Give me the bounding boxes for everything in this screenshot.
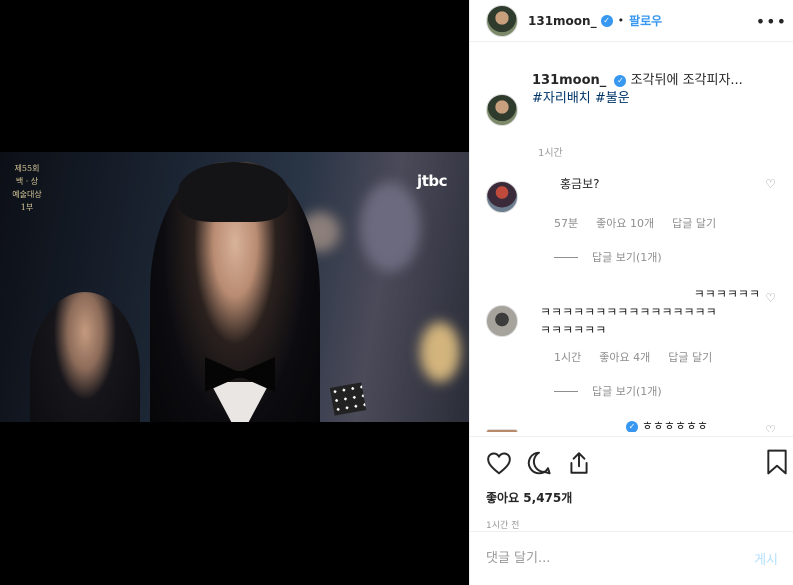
- share-icon[interactable]: [566, 450, 592, 476]
- caption: 131moon_ ✓ 조각뒤에 조각피자... #자리배치 #불운: [470, 72, 793, 126]
- comment-likes[interactable]: 좋아요 4개: [599, 349, 650, 365]
- follow-button[interactable]: 팔로우: [629, 12, 662, 29]
- caption-body: 조각뒤에 조각피자...: [630, 73, 743, 88]
- comment-input[interactable]: [486, 551, 755, 566]
- hashtag-link[interactable]: #자리배치: [532, 91, 591, 106]
- post-time: 1시간 전: [486, 521, 520, 531]
- view-replies-button[interactable]: 답글 보기(1개): [554, 249, 778, 265]
- reply-button[interactable]: 답글 달기: [672, 215, 716, 231]
- comment-text-line: ㅋㅋㅋㅋㅋㅋ: [693, 287, 760, 301]
- like-comment-heart-icon[interactable]: ♡: [765, 423, 776, 432]
- action-icons: [486, 447, 778, 479]
- separator-dot: •: [617, 14, 625, 27]
- username[interactable]: 131moon_: [528, 14, 597, 28]
- verified-badge-icon: ✓: [614, 74, 627, 87]
- post-actions: 좋아요 5,475개 1시간 전: [470, 436, 793, 531]
- like-comment-heart-icon[interactable]: ♡: [765, 177, 776, 191]
- caption-username[interactable]: 131moon_: [532, 73, 606, 88]
- pocket-square: [329, 382, 367, 416]
- verified-badge-icon: ✓: [600, 14, 613, 27]
- replies-divider: [554, 256, 578, 258]
- background-light: [360, 182, 420, 272]
- bookmark-icon[interactable]: [766, 449, 788, 475]
- avatar[interactable]: [486, 429, 518, 432]
- comment-item: ✓ ㅎㅎㅎㅎㅎㅎ ♡: [470, 417, 793, 432]
- comment-likes[interactable]: 좋아요 10개: [596, 215, 654, 231]
- avatar[interactable]: [486, 181, 518, 213]
- avatar[interactable]: [486, 4, 518, 37]
- post-sidebar: 131moon_ ✓ • 팔로우 ••• 131moon_ ✓ 조각뒤에 조각피…: [469, 0, 793, 585]
- broadcaster-logo: jtbc: [417, 172, 447, 190]
- person-hair: [178, 162, 288, 222]
- comment-meta: 57분 좋아요 10개 답글 달기: [554, 215, 778, 231]
- likes-count[interactable]: 좋아요 5,475개: [486, 489, 778, 506]
- comment-text-line: ㅋㅋㅋㅋㅋㅋ: [540, 323, 607, 337]
- comment-bubble-icon[interactable]: [526, 450, 552, 476]
- view-replies-button[interactable]: 답글 보기(1개): [554, 383, 778, 399]
- hashtag-link[interactable]: #불운: [595, 91, 630, 106]
- video-frame[interactable]: 제55회 백 · 상 예술대상 1부 jtbc: [0, 152, 469, 422]
- view-replies-label: 답글 보기(1개): [592, 385, 662, 398]
- verified-badge-icon: ✓: [626, 420, 638, 432]
- avatar[interactable]: [486, 94, 518, 126]
- video-player[interactable]: 제55회 백 · 상 예술대상 1부 jtbc: [0, 0, 469, 585]
- reply-button[interactable]: 답글 달기: [668, 349, 712, 365]
- background-light: [420, 322, 460, 382]
- comments-list[interactable]: 131moon_ ✓ 조각뒤에 조각피자... #자리배치 #불운 1시간 홍금…: [470, 72, 793, 432]
- comment-meta: 1시간 좋아요 4개 답글 달기: [554, 349, 778, 365]
- comment-time: 57분: [554, 217, 579, 230]
- comment-text: ㅎㅎㅎㅎㅎㅎ: [641, 419, 709, 432]
- comment-text: 홍금보?: [560, 177, 600, 191]
- like-comment-heart-icon[interactable]: ♡: [765, 291, 776, 305]
- caption-text: 131moon_ ✓ 조각뒤에 조각피자... #자리배치 #불운: [532, 72, 743, 126]
- comment-item: 홍금보? ♡ 57분 좋아요 10개 답글 달기 답글 보기(1개): [470, 175, 793, 265]
- post-header: 131moon_ ✓ • 팔로우 •••: [470, 0, 793, 42]
- caption-time: 1시간: [538, 148, 563, 159]
- replies-divider: [554, 390, 578, 392]
- comment-time: 1시간: [554, 351, 582, 364]
- background-person: [30, 292, 140, 422]
- comment-text-line: ㅋㅋㅋㅋㅋㅋㅋㅋㅋㅋㅋㅋㅋㅋㅋㅋ: [540, 305, 717, 319]
- post-viewer: 제55회 백 · 상 예술대상 1부 jtbc 131moon_ ✓ • 팔로우…: [0, 0, 793, 585]
- view-replies-label: 답글 보기(1개): [592, 251, 662, 264]
- event-logo: 제55회 백 · 상 예술대상 1부: [12, 164, 42, 212]
- more-icon[interactable]: •••: [756, 12, 787, 31]
- comment-item: ㅋㅋㅋㅋㅋㅋ ㅋㅋㅋㅋㅋㅋㅋㅋㅋㅋㅋㅋㅋㅋㅋㅋ ㅋㅋㅋㅋㅋㅋ ♡ 1시간 좋아요…: [470, 285, 793, 399]
- comment-form: 게시: [470, 531, 793, 585]
- like-heart-icon[interactable]: [486, 451, 512, 475]
- post-comment-button[interactable]: 게시: [754, 549, 778, 568]
- avatar[interactable]: [486, 305, 518, 337]
